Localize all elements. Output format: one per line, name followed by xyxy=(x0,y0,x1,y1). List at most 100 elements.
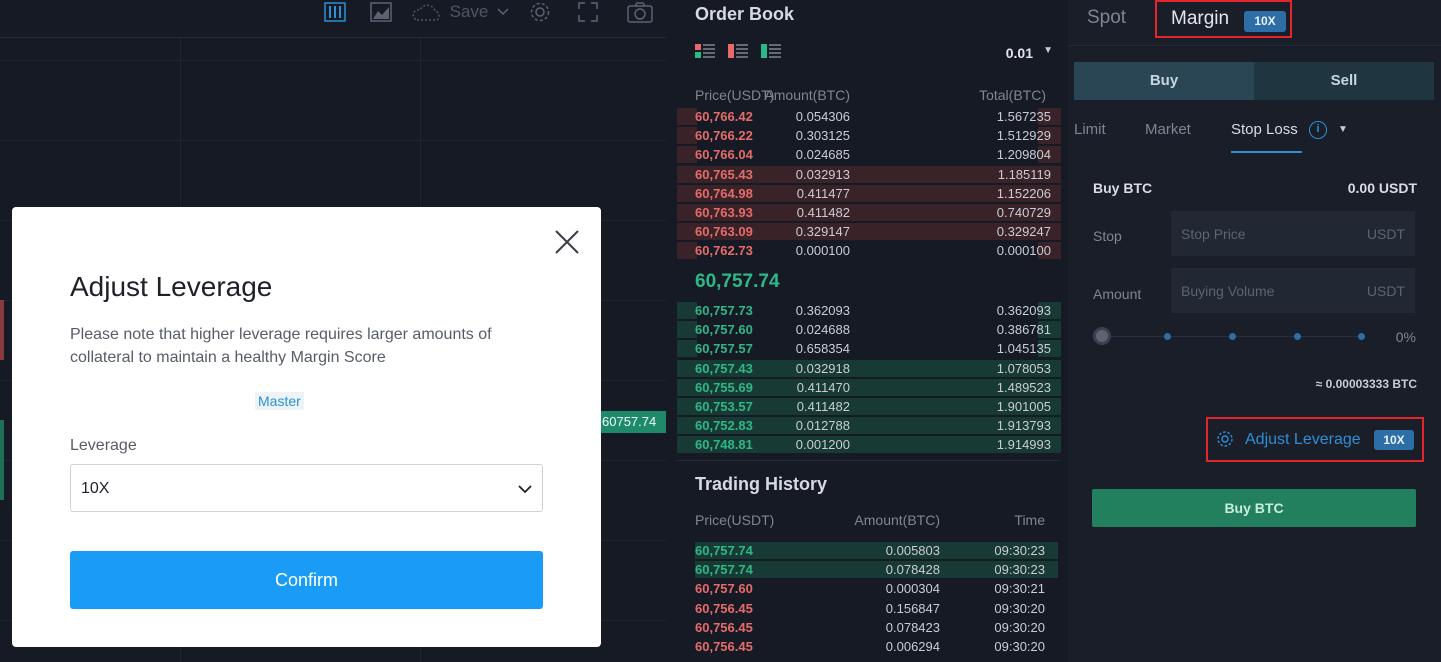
stop-price-input[interactable]: Stop Price USDT xyxy=(1171,211,1415,256)
bid-total: 0.362093 xyxy=(996,303,1051,318)
ask-row[interactable]: 60,763.93 0.411482 0.740729 xyxy=(677,203,1061,222)
buy-btc-button[interactable]: Buy BTC xyxy=(1092,489,1416,527)
leverage-select[interactable]: 10X xyxy=(70,464,543,512)
slider-step[interactable] xyxy=(1229,333,1236,340)
margin-leverage-badge: 10X xyxy=(1244,11,1286,32)
order-type-market[interactable]: Market xyxy=(1145,121,1191,138)
bid-row[interactable]: 60,753.57 0.411482 1.901005 xyxy=(677,397,1061,416)
buy-side-tab[interactable]: Buy xyxy=(1074,62,1254,100)
ask-total: 1.209804 xyxy=(996,147,1051,163)
caret-down-icon[interactable]: ▼ xyxy=(1338,124,1348,135)
ask-row[interactable]: 60,766.04 0.024685 1.209804 xyxy=(677,145,1061,164)
bid-amount: 0.024688 xyxy=(795,322,850,338)
chart-toolbar: Save xyxy=(0,0,666,38)
buy-btc-heading: Buy BTC xyxy=(1093,180,1153,196)
row-marker xyxy=(677,359,697,377)
ask-row[interactable]: 60,764.98 0.411477 1.152206 xyxy=(677,184,1061,203)
bid-price: 60,752.83 xyxy=(695,418,753,434)
close-icon[interactable] xyxy=(554,229,580,255)
bid-row[interactable]: 60,752.83 0.012788 1.913793 xyxy=(677,416,1061,435)
column-header-price: Price(USDT) xyxy=(695,87,775,103)
ask-price: 60,763.93 xyxy=(695,205,753,220)
bid-total: 1.078053 xyxy=(996,360,1051,376)
ask-total: 1.185119 xyxy=(997,166,1051,182)
row-marker xyxy=(677,108,697,125)
estimated-quantity: ≈ 0.00003333 BTC xyxy=(1315,377,1417,391)
bid-price: 60,753.57 xyxy=(695,399,753,414)
bid-row[interactable]: 60,757.73 0.362093 0.362093 xyxy=(677,301,1061,320)
bid-amount: 0.012788 xyxy=(795,418,850,434)
asks-view-icon[interactable] xyxy=(728,44,748,58)
adjust-leverage-label: Adjust Leverage xyxy=(1245,431,1361,448)
bid-amount: 0.658354 xyxy=(795,341,850,357)
slider-step[interactable] xyxy=(1294,333,1301,340)
trade-time: 09:30:20 xyxy=(994,600,1045,616)
adjust-leverage-button[interactable]: Adjust Leverage 10X xyxy=(1206,417,1424,462)
bid-row[interactable]: 60,757.43 0.032918 1.078053 xyxy=(677,359,1061,378)
slider-step[interactable] xyxy=(1164,333,1171,340)
trade-price: 60,757.60 xyxy=(695,581,753,597)
row-marker xyxy=(677,146,697,164)
column-header-price: Price(USDT) xyxy=(695,512,775,528)
cloud-icon[interactable] xyxy=(410,0,444,24)
order-book-title: Order Book xyxy=(695,4,795,24)
tab-spot[interactable]: Spot xyxy=(1087,7,1126,29)
info-icon[interactable]: i xyxy=(1309,121,1327,139)
slider-step[interactable] xyxy=(1358,333,1365,340)
row-marker xyxy=(677,398,697,415)
gear-icon[interactable] xyxy=(528,0,552,24)
bid-row[interactable]: 60,757.60 0.024688 0.386781 xyxy=(677,320,1061,339)
trading-history-title: Trading History xyxy=(695,474,828,494)
chart-gridline xyxy=(0,140,666,141)
ask-row[interactable]: 60,762.73 0.000100 0.000100 xyxy=(677,241,1061,260)
trade-time: 09:30:21 xyxy=(994,581,1045,597)
confirm-button[interactable]: Confirm xyxy=(70,551,543,609)
camera-icon[interactable] xyxy=(626,0,654,24)
order-type-limit[interactable]: Limit xyxy=(1074,121,1106,138)
amount-input[interactable]: Buying Volume USDT xyxy=(1171,268,1415,313)
candles-icon[interactable] xyxy=(323,0,347,24)
bid-amount: 0.001200 xyxy=(795,437,850,453)
amount-label: Amount xyxy=(1093,286,1142,302)
bid-price: 60,757.43 xyxy=(695,360,753,376)
trade-row: 60,756.45 0.006294 09:30:20 xyxy=(677,637,1061,656)
both-sides-view-icon[interactable] xyxy=(695,44,715,58)
bid-total: 1.901005 xyxy=(996,399,1051,414)
bid-row[interactable]: 60,748.81 0.001200 1.914993 xyxy=(677,435,1061,454)
row-marker xyxy=(677,242,697,260)
trade-price: 60,757.74 xyxy=(695,543,753,558)
bid-row[interactable]: 60,755.69 0.411470 1.489523 xyxy=(677,378,1061,397)
trade-time: 09:30:23 xyxy=(994,562,1045,578)
trade-amount: 0.156847 xyxy=(885,600,940,616)
chevron-down-icon xyxy=(518,485,532,494)
trade-row: 60,757.74 0.005803 09:30:23 xyxy=(677,541,1061,560)
tab-margin-highlight[interactable]: Margin 10X xyxy=(1155,0,1292,38)
fullscreen-icon[interactable] xyxy=(576,0,600,24)
sell-side-tab[interactable]: Sell xyxy=(1254,62,1434,100)
ask-price: 60,766.04 xyxy=(695,147,753,163)
bid-amount: 0.032918 xyxy=(795,360,850,376)
amount-slider-handle[interactable] xyxy=(1093,327,1111,345)
order-type-stop-loss[interactable]: Stop Loss xyxy=(1231,121,1298,138)
ask-price: 60,765.43 xyxy=(695,166,753,182)
area-chart-icon[interactable] xyxy=(369,0,393,24)
row-marker xyxy=(677,184,697,202)
chevron-down-icon[interactable] xyxy=(496,0,510,24)
ask-row[interactable]: 60,763.09 0.329147 0.329247 xyxy=(677,222,1061,241)
bid-row[interactable]: 60,757.57 0.658354 1.045135 xyxy=(677,339,1061,358)
candle xyxy=(0,300,4,360)
trade-row: 60,757.60 0.000304 09:30:21 xyxy=(677,579,1061,598)
ask-row[interactable]: 60,766.42 0.054306 1.567235 xyxy=(677,107,1061,126)
trade-amount: 0.078428 xyxy=(885,562,940,578)
caret-down-icon[interactable]: ▼ xyxy=(1043,45,1053,56)
bids-view-icon[interactable] xyxy=(761,44,781,58)
row-marker xyxy=(677,378,697,396)
ask-row[interactable]: 60,765.43 0.032913 1.185119 xyxy=(677,165,1061,184)
tab-margin[interactable]: Margin xyxy=(1171,8,1229,30)
row-marker xyxy=(677,223,697,241)
save-button[interactable]: Save xyxy=(449,0,489,24)
precision-select[interactable]: 0.01 xyxy=(1006,45,1033,61)
ask-row[interactable]: 60,766.22 0.303125 1.512929 xyxy=(677,126,1061,145)
order-book: Order Book 0.01 ▼ Price(USDT) Amount(BTC… xyxy=(677,0,1061,458)
trade-price: 60,756.45 xyxy=(695,600,753,616)
